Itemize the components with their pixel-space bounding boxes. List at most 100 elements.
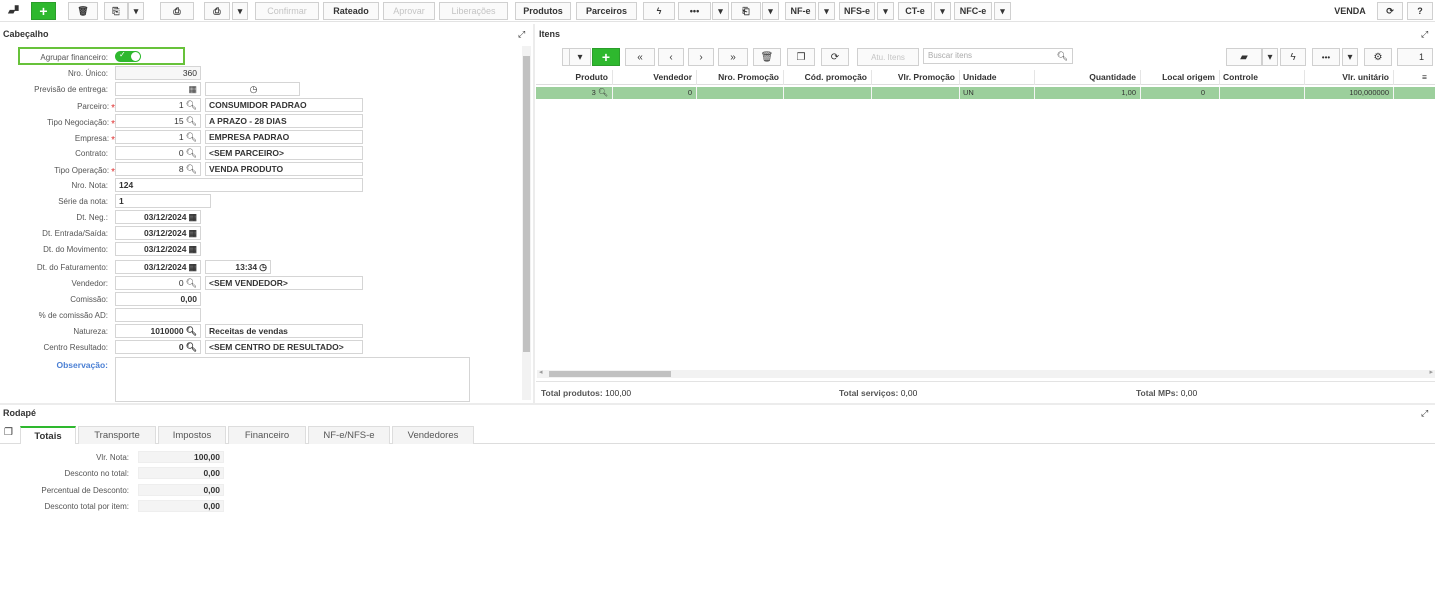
panel-separator[interactable]: [533, 24, 535, 404]
centro-desc-field[interactable]: <SEM CENTRO DE RESULTADO>: [205, 340, 363, 354]
natureza-code-field[interactable]: 1010000 🔍︎: [115, 324, 201, 338]
next-page-icon[interactable]: ›: [688, 48, 714, 66]
search-icon[interactable]: 🔍︎: [186, 100, 197, 110]
cell-quantidade[interactable]: 1,00: [1035, 87, 1141, 99]
empresa-code-field[interactable]: 1 🔍︎: [115, 130, 201, 144]
cell-vendedor[interactable]: 0: [613, 87, 697, 99]
col-local-origem[interactable]: Local origem: [1141, 70, 1220, 85]
scrollbar-thumb[interactable]: [523, 56, 530, 352]
table-row[interactable]: 3 🔍︎ 0 UN 1,00 0 100,000000: [536, 87, 1435, 99]
tipo-op-code-field[interactable]: 8 🔍︎: [115, 162, 201, 176]
expand-cabecalho-icon[interactable]: ⤢: [518, 29, 525, 40]
search-icon[interactable]: 🔍︎: [186, 132, 197, 142]
scroll-left-icon[interactable]: ◂: [539, 368, 543, 376]
calendar-icon[interactable]: ▦: [188, 262, 197, 272]
clock-icon[interactable]: ◷: [259, 262, 267, 272]
confirmar-button[interactable]: Confirmar: [255, 2, 319, 20]
attach-icon[interactable]: ⎗: [731, 2, 761, 20]
dt-fat-field[interactable]: 03/12/2024 ▦: [115, 260, 201, 274]
tab-vendedores[interactable]: Vendedores: [392, 426, 474, 444]
calendar-icon[interactable]: ▦: [188, 228, 197, 238]
expand-itens-icon[interactable]: ⤢: [1421, 29, 1428, 40]
col-controle[interactable]: Controle: [1220, 70, 1305, 85]
print-preview-icon[interactable]: ⎙: [160, 2, 194, 20]
tab-impostos[interactable]: Impostos: [158, 426, 226, 444]
scroll-right-icon[interactable]: ▸: [1429, 368, 1433, 376]
copy-tabs-icon[interactable]: ❐: [4, 427, 13, 438]
cabecalho-vertical-scrollbar[interactable]: [522, 46, 531, 400]
more-button[interactable]: •••: [678, 2, 711, 20]
vendedor-desc-field[interactable]: <SEM VENDEDOR>: [205, 276, 363, 290]
edit-doc-icon[interactable]: ▰▘: [4, 2, 26, 20]
cell-cod-promocao[interactable]: [784, 87, 872, 99]
cell-vlr-unitario[interactable]: 100,000000: [1305, 87, 1394, 99]
dt-fat-time-field[interactable]: 13:34 ◷: [205, 260, 271, 274]
tab-transporte[interactable]: Transporte: [78, 426, 156, 444]
aprovar-button[interactable]: Aprovar: [383, 2, 435, 20]
nro-nota-field[interactable]: 124: [115, 178, 363, 192]
tipo-op-desc-field[interactable]: VENDA PRODUTO: [205, 162, 363, 176]
last-page-icon[interactable]: »: [718, 48, 748, 66]
empresa-desc-field[interactable]: EMPRESA PADRAO: [205, 130, 363, 144]
add-item-button[interactable]: +: [592, 48, 620, 66]
search-icon[interactable]: 🔍︎: [186, 116, 197, 126]
print-dropdown-icon[interactable]: ▾: [232, 2, 248, 20]
cell-local-origem[interactable]: 0: [1141, 87, 1220, 99]
tab-financeiro[interactable]: Financeiro: [228, 426, 306, 444]
serie-field[interactable]: 1: [115, 194, 211, 208]
dt-neg-field[interactable]: 03/12/2024 ▦: [115, 210, 201, 224]
expand-rodape-icon[interactable]: ⤢: [1421, 408, 1428, 419]
rodape-separator[interactable]: [0, 403, 1435, 405]
cte-dropdown-icon[interactable]: ▾: [934, 2, 951, 20]
comissao-field[interactable]: 0,00: [115, 292, 201, 306]
delete-icon[interactable]: 🗑: [68, 2, 98, 20]
copy-dropdown-icon[interactable]: ▾: [128, 2, 144, 20]
menu-dropdown-icon[interactable]: ▾: [569, 48, 591, 66]
cell-unidade[interactable]: UN: [960, 87, 1035, 99]
rateado-button[interactable]: Rateado: [323, 2, 379, 20]
first-page-icon[interactable]: «: [625, 48, 655, 66]
calendar-icon[interactable]: ▦: [188, 244, 197, 254]
tipo-neg-code-field[interactable]: 15 🔍︎: [115, 114, 201, 128]
liberacoes-button[interactable]: Liberações: [439, 2, 508, 20]
nfse-dropdown-icon[interactable]: ▾: [877, 2, 894, 20]
nfe-button[interactable]: NF-e: [785, 2, 816, 20]
help-icon[interactable]: ?: [1407, 2, 1433, 20]
parceiro-code-field[interactable]: 1 🔍︎: [115, 98, 201, 112]
natureza-desc-field[interactable]: Receitas de vendas: [205, 324, 363, 338]
page-number-field[interactable]: 1: [1397, 48, 1433, 66]
nfse-button[interactable]: NFS-e: [839, 2, 875, 20]
tab-totais[interactable]: Totais: [20, 426, 76, 444]
search-icon[interactable]: 🔍︎: [186, 148, 197, 158]
items-horizontal-scrollbar[interactable]: ◂ ▸: [537, 368, 1435, 378]
items-more-dropdown-icon[interactable]: ▾: [1342, 48, 1358, 66]
search-icon[interactable]: 🔍︎: [186, 278, 197, 288]
col-cod-promocao[interactable]: Cód. promoção: [784, 70, 872, 85]
produtos-button[interactable]: Produtos: [515, 2, 571, 20]
add-button[interactable]: +: [31, 2, 56, 20]
col-vlr-promocao[interactable]: Vlr. Promoção: [872, 70, 960, 85]
parceiro-desc-field[interactable]: CONSUMIDOR PADRAO: [205, 98, 363, 112]
dt-mov-field[interactable]: 03/12/2024 ▦: [115, 242, 201, 256]
cte-button[interactable]: CT-e: [898, 2, 932, 20]
refresh-items-icon[interactable]: ⟳: [821, 48, 849, 66]
clock-icon[interactable]: ◷: [250, 84, 258, 94]
lightning-icon[interactable]: ϟ: [643, 2, 675, 20]
items-lightning-icon[interactable]: ϟ: [1280, 48, 1306, 66]
print-icon[interactable]: ⎙: [204, 2, 230, 20]
more-dropdown-icon[interactable]: ▾: [712, 2, 729, 20]
search-icon[interactable]: 🔍︎: [598, 88, 608, 97]
search-icon[interactable]: 🔍︎: [1057, 49, 1068, 63]
search-icon[interactable]: 🔍︎: [186, 326, 197, 336]
search-icon[interactable]: 🔍︎: [186, 342, 197, 352]
delete-item-icon[interactable]: 🗑: [753, 48, 781, 66]
tab-nfe-nfse[interactable]: NF-e/NFS-e: [308, 426, 390, 444]
scrollbar-thumb[interactable]: [549, 371, 671, 377]
col-vendedor[interactable]: Vendedor: [613, 70, 697, 85]
cell-controle[interactable]: [1220, 87, 1305, 99]
nfce-dropdown-icon[interactable]: ▾: [994, 2, 1011, 20]
vendedor-code-field[interactable]: 0 🔍︎: [115, 276, 201, 290]
search-items-input[interactable]: Buscar itens 🔍︎: [923, 48, 1073, 64]
contrato-code-field[interactable]: 0 🔍︎: [115, 146, 201, 160]
export-dropdown-icon[interactable]: ▾: [1262, 48, 1278, 66]
